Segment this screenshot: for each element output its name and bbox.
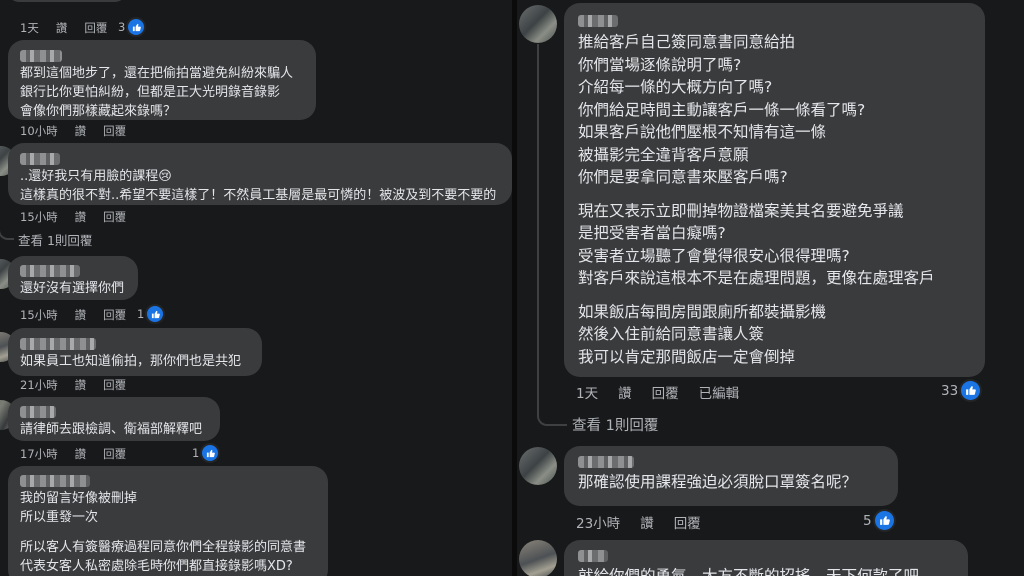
commenter-name[interactable] [20,406,56,418]
comment-time[interactable]: 23小時 [576,512,620,532]
comment-meta: 1天 讚 回覆 [20,20,107,36]
comment-meta: 21小時 讚 回覆 [20,377,126,393]
comment-text: 就給你們的勇氣，大方不斷的招搖，天下何款了吧 [578,567,920,576]
comment-text: 介紹每一條的大概方向了嗎? [578,78,773,96]
comment-meta: 23小時 讚 回覆 [576,512,701,532]
comment-bubble: 如果員工也知道偷拍，那你們也是共犯 [8,328,262,376]
commenter-avatar[interactable] [519,540,557,576]
comment-bubble: 都到這個地步了，還在把偷拍當避免糾紛來騙人 銀行比你更怕糾紛，但都是正大光明錄音… [8,40,316,120]
like-link[interactable]: 讚 [640,512,654,532]
reaction-count[interactable]: 1 [192,445,219,461]
like-link[interactable]: 讚 [618,382,632,402]
comment-text: 如果員工也知道偷拍，那你們也是共犯 [20,354,242,369]
commenter-name[interactable] [20,153,60,165]
like-link[interactable]: 讚 [75,307,87,323]
thumbs-up-icon [202,445,219,461]
reaction-count[interactable]: 1 [137,306,164,322]
comment-bubble: ..還好我只有用臉的課程😢 這樣真的很不對..希望不要這樣了！不然員工基層是最可… [8,143,512,205]
comment-text: 銀行比你更怕糾紛，但都是正大光明錄音錄影 [20,85,281,100]
comment-text: ..還好我只有用臉的課程😢 [20,169,172,184]
like-link[interactable]: 讚 [75,123,87,139]
like-link[interactable]: 讚 [56,20,68,36]
commenter-name[interactable] [20,265,80,277]
comment-text: 代表女客人私密處除毛時你們都直接錄影嗎XD? [20,559,293,574]
comment-text: 這樣真的很不對..希望不要這樣了！不然員工基層是最可憐的！被波及到不要不要的 [20,188,497,203]
comment-time[interactable]: 15小時 [20,209,58,225]
view-replies-link[interactable]: 查看 1則回覆 [572,414,658,435]
comment-time[interactable]: 21小時 [20,377,58,393]
comment-text: 對客戶來說這根本不是在處理問題，更像在處理客戶 [578,269,935,287]
reply-link[interactable]: 回覆 [674,512,701,532]
comment-meta: 15小時 讚 回覆 [20,307,126,323]
comment-text: 還好沒有選擇你們 [20,281,125,296]
comment-text: 你們是要拿同意書來壓客戶嗎? [578,168,788,186]
comment-bubble: 那確認使用課程強迫必須脫口罩簽名呢？ [564,446,898,506]
reply-thread-connector [0,174,14,240]
comment-text: 受害者立場聽了會覺得很安心很得理嗎? [578,246,850,265]
commenter-avatar[interactable] [519,5,557,43]
thumbs-up-icon [874,511,894,530]
reaction-count[interactable]: 5 [863,511,894,530]
commenter-name[interactable] [578,550,608,562]
comment-time[interactable]: 1天 [20,20,39,36]
right-comments-panel: 推給客戶自己簽同意書同意給拍 你們當場逐條說明了嗎? 介紹每一條的大概方向了嗎?… [517,0,1024,576]
comment-text: 如果飯店每間房間跟廁所都裝攝影機 [578,302,827,321]
comment-time[interactable]: 10小時 [20,123,58,139]
comment-text: 然後入住前給同意書讓人簽 [578,325,765,343]
comment-text: 都到這個地步了，還在把偷拍當避免糾紛來騙人 [20,66,294,81]
comment-text: 是把受害者當白癡嗎? [578,224,726,242]
comment-text: 會像你們那樣藏起來錄嗎？ [20,104,177,119]
comment-meta: 1天 讚 回覆 已編輯 [576,382,739,402]
comment-text: 那確認使用課程強迫必須脫口罩簽名呢？ [578,473,858,491]
left-comments-panel: 1天 讚 回覆 3 都到這個地步了，還在把偷拍當避免糾紛來騙人 銀行比你更怕糾紛… [0,0,512,576]
like-link[interactable]: 讚 [75,209,87,225]
view-replies-link[interactable]: 查看 1則回覆 [18,230,92,249]
reply-link[interactable]: 回覆 [103,446,126,462]
comment-bubble: 請律師去跟檢調、衛福部解釋吧 [8,397,220,441]
comment-meta: 10小時 讚 回覆 [20,123,126,139]
reply-link[interactable]: 回覆 [103,377,126,393]
comment-time[interactable]: 15小時 [20,307,58,323]
comment-text: 你們當場逐條說明了嗎? [578,55,742,74]
commenter-avatar[interactable] [519,447,557,485]
reply-link[interactable]: 回覆 [103,307,126,323]
comment-text: 我可以肯定那間飯店一定會倒掉 [578,347,796,366]
comment-bubble: 推給客戶自己簽同意書同意給拍 你們當場逐條說明了嗎? 介紹每一條的大概方向了嗎?… [564,3,985,377]
thumbs-up-icon [961,381,981,400]
comment-text: 如果客戶說他們壓根不知情有這一條 [578,123,827,141]
commenter-name[interactable] [20,50,62,62]
reply-link[interactable]: 回覆 [103,123,126,139]
commenter-name[interactable] [20,338,96,350]
comment-text: 推給客戶自己簽同意書同意給拍 [578,33,796,51]
comment-text: 所以客人有簽醫療過程同意你們全程錄影的同意書 [20,540,307,555]
comment-bubble: 就給你們的勇氣，大方不斷的招搖，天下何款了吧 [564,540,968,576]
comment-bubble: 還好沒有選擇你們 [8,256,138,300]
comment-time[interactable]: 17小時 [20,446,58,462]
comment-bubble-partial [8,0,126,2]
like-link[interactable]: 讚 [75,446,87,462]
commenter-name[interactable] [578,15,618,27]
comment-text: 你們給足時間主動讓客戶一條一條看了嗎? [578,100,866,119]
like-link[interactable]: 讚 [75,377,87,393]
comment-text: 所以重發一次 [20,510,99,525]
reply-thread-connector [537,44,567,426]
comment-meta: 17小時 讚 回覆 [20,446,126,462]
comment-text: 請律師去跟檢調、衛福部解釋吧 [20,422,203,437]
comment-bubble: 我的留言好像被刪掉 所以重發一次 所以客人有簽醫療過程同意你們全程錄影的同意書 … [8,466,328,576]
commenter-name[interactable] [578,456,634,468]
comment-time[interactable]: 1天 [576,382,598,402]
reaction-count[interactable]: 3 [118,19,145,35]
commenter-name[interactable] [20,475,90,487]
reply-link[interactable]: 回覆 [652,382,679,402]
thumbs-up-icon [147,306,164,322]
comment-meta: 15小時 讚 回覆 [20,209,126,225]
reply-link[interactable]: 回覆 [103,209,126,225]
comment-text: 被攝影完全違背客戶意願 [578,145,749,164]
comment-text: 現在又表示立即刪掉物證檔案美其名要避免爭議 [578,201,904,220]
thumbs-up-icon [128,19,145,35]
comment-text: 我的留言好像被刪掉 [20,491,138,506]
reaction-count[interactable]: 33 [941,381,981,400]
reply-link[interactable]: 回覆 [84,20,107,36]
edited-label[interactable]: 已編輯 [699,382,740,402]
